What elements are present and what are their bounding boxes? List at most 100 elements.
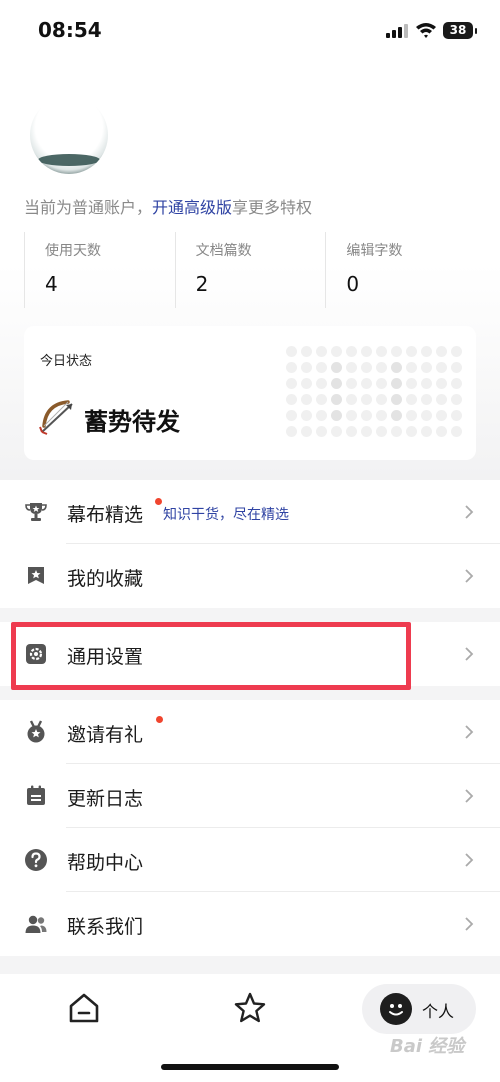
menu-item-help[interactable]: 帮助中心: [0, 828, 500, 892]
menu-item-invite[interactable]: 邀请有礼: [0, 700, 500, 764]
grid-dot: [361, 426, 372, 437]
new-badge-dot: [156, 716, 163, 723]
account-suffix: 享更多特权: [232, 198, 313, 217]
grid-dot: [391, 362, 402, 373]
grid-dot: [286, 394, 297, 405]
grid-dot: [286, 378, 297, 389]
home-icon[interactable]: [66, 990, 102, 1026]
menu-item-featured[interactable]: 幕布精选 知识干货，尽在精选: [0, 480, 500, 544]
stat-doc-count: 文档篇数 2: [174, 232, 326, 308]
menu-item-favorites[interactable]: 我的收藏: [0, 544, 500, 608]
grid-dot: [421, 410, 432, 421]
grid-dot: [316, 410, 327, 421]
medal-icon: [27, 720, 45, 743]
grid-dot: [451, 410, 462, 421]
grid-dot: [451, 394, 462, 405]
chevron-right-icon: [465, 569, 474, 583]
usage-stats: 使用天数 4 文档篇数 2 编辑字数 0: [24, 232, 476, 308]
grid-dot: [391, 346, 402, 357]
stat-value: 4: [45, 272, 58, 296]
grid-dot: [406, 346, 417, 357]
gear-icon: [26, 644, 46, 664]
stat-label: 文档篇数: [195, 243, 252, 259]
grid-dot: [421, 362, 432, 373]
grid-dot: [316, 426, 327, 437]
grid-dot: [301, 378, 312, 389]
grid-dot: [346, 410, 357, 421]
nav-tab-me-label: 个人: [422, 1002, 455, 1021]
grid-dot: [346, 394, 357, 405]
grid-dot: [316, 394, 327, 405]
smile-avatar-icon: [380, 993, 412, 1025]
contacts-icon: [25, 915, 47, 933]
grid-dot: [436, 394, 447, 405]
grid-dot: [286, 346, 297, 357]
dot-grid-decoration: [286, 346, 464, 442]
menu-group-more: 邀请有礼 更新日志 帮助中心 联系我们: [0, 700, 500, 956]
grid-dot: [436, 362, 447, 373]
avatar[interactable]: [30, 96, 108, 174]
menu-item-settings[interactable]: 通用设置: [0, 622, 500, 686]
menu-item-label: 更新日志: [67, 788, 144, 810]
account-prefix: 当前为普通账户，: [24, 198, 153, 217]
stat-value: 2: [195, 272, 209, 296]
grid-dot: [331, 362, 342, 373]
home-indicator: [161, 1064, 339, 1070]
grid-dot: [286, 410, 297, 421]
grid-dot: [421, 378, 432, 389]
trophy-icon: [25, 503, 47, 521]
grid-dot: [376, 394, 387, 405]
grid-dot: [421, 346, 432, 357]
upgrade-link[interactable]: 开通高级版: [152, 198, 232, 217]
menu-item-label: 联系我们: [67, 916, 144, 938]
grid-dot: [346, 346, 357, 357]
menu-item-subtitle: 知识干货，尽在精选: [163, 507, 289, 523]
stat-days-used: 使用天数 4: [24, 232, 175, 308]
grid-dot: [451, 346, 462, 357]
menu-item-contact[interactable]: 联系我们: [0, 892, 500, 956]
grid-dot: [376, 378, 387, 389]
grid-dot: [346, 378, 357, 389]
menu-item-label: 通用设置: [67, 646, 144, 668]
chevron-right-icon: [465, 917, 474, 931]
today-status-card[interactable]: 今日状态 蓄势待发: [24, 326, 476, 460]
today-status-value: 蓄势待发: [84, 408, 180, 436]
grid-dot: [376, 346, 387, 357]
grid-dot: [286, 362, 297, 373]
star-icon[interactable]: [232, 990, 268, 1026]
grid-dot: [436, 410, 447, 421]
grid-dot: [406, 410, 417, 421]
account-type-line: 当前为普通账户，开通高级版享更多特权: [24, 194, 312, 218]
stat-value: 0: [346, 272, 360, 296]
menu-item-changelog[interactable]: 更新日志: [0, 764, 500, 828]
grid-dot: [316, 362, 327, 373]
signal-icon: [386, 24, 408, 38]
grid-dot: [361, 394, 372, 405]
grid-dot: [391, 426, 402, 437]
grid-dot: [331, 378, 342, 389]
menu-group-settings: 通用设置: [0, 622, 500, 686]
nav-tab-me[interactable]: 个人: [362, 984, 476, 1034]
grid-dot: [406, 426, 417, 437]
grid-dot: [316, 378, 327, 389]
stat-label: 使用天数: [45, 243, 101, 259]
grid-dot: [346, 426, 357, 437]
new-badge-dot: [155, 498, 162, 505]
grid-dot: [391, 378, 402, 389]
menu-item-label: 幕布精选: [67, 504, 144, 526]
grid-dot: [301, 410, 312, 421]
menu-item-label: 帮助中心: [67, 852, 144, 874]
grid-dot: [346, 362, 357, 373]
wifi-icon: [416, 23, 436, 38]
grid-dot: [406, 378, 417, 389]
grid-dot: [406, 362, 417, 373]
profile-screen: 08:54 38 当前为普通账户，开通高级版享更多特权 使用天数 4 文档篇数 …: [0, 0, 500, 1082]
grid-dot: [361, 346, 372, 357]
chevron-right-icon: [465, 505, 474, 519]
grid-dot: [376, 426, 387, 437]
grid-dot: [301, 346, 312, 357]
battery-icon: 38: [443, 22, 477, 39]
grid-dot: [331, 410, 342, 421]
grid-dot: [451, 362, 462, 373]
stat-word-count: 编辑字数 0: [325, 232, 476, 308]
